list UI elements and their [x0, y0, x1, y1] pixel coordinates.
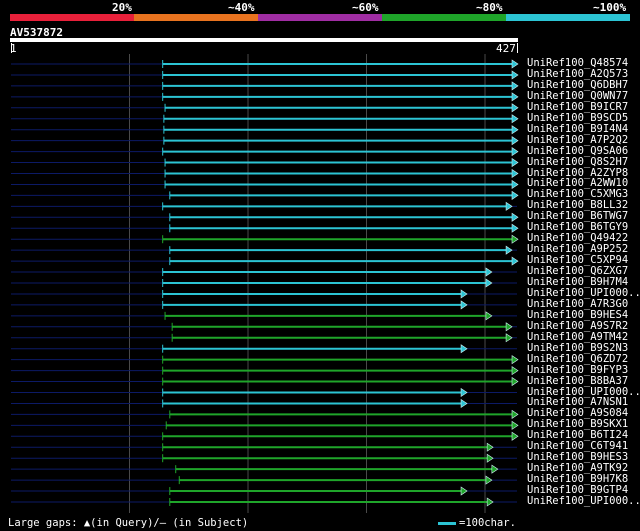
hit-row[interactable]	[11, 256, 519, 266]
hit-row[interactable]	[11, 103, 519, 113]
hit-row[interactable]	[11, 431, 519, 441]
hit-row[interactable]	[11, 223, 519, 233]
hit-row[interactable]	[11, 278, 517, 288]
hit-arrow-icon	[505, 245, 513, 255]
hit-arrow-icon	[486, 453, 494, 463]
hit-arrow-icon	[511, 136, 519, 146]
hit-arrow-icon	[486, 442, 494, 452]
hit-row[interactable]	[11, 442, 517, 452]
hit-arrow-icon	[511, 81, 519, 91]
hit-arrow-icon	[511, 92, 519, 102]
hit-row[interactable]	[11, 234, 519, 244]
hit-arrow-icon	[505, 201, 513, 211]
hit-row[interactable]	[11, 92, 519, 102]
hit-arrow-icon	[511, 355, 519, 365]
hit-row[interactable]	[11, 289, 517, 299]
hit-row[interactable]	[11, 147, 519, 157]
hit-row[interactable]	[11, 267, 517, 277]
hit-row[interactable]	[11, 409, 519, 419]
hit-row[interactable]	[11, 136, 519, 146]
hit-arrow-icon	[511, 168, 519, 179]
hit-row[interactable]	[11, 59, 519, 69]
hit-row[interactable]	[11, 70, 519, 80]
hit-row[interactable]	[11, 212, 519, 222]
hit-arrow-icon	[511, 212, 519, 222]
hit-row[interactable]	[11, 157, 519, 168]
hit-arrow-icon	[511, 147, 519, 157]
hit-arrow-icon	[460, 300, 468, 310]
hit-arrow-icon	[511, 431, 519, 441]
hit-label[interactable]: UniRef100_Q9SA06	[527, 145, 628, 157]
hit-label[interactable]: UniRef100_A7P2Q2	[527, 134, 628, 146]
hit-arrow-icon	[486, 497, 494, 507]
hit-row[interactable]	[11, 201, 517, 211]
hit-arrow-icon	[511, 179, 519, 190]
hit-row[interactable]	[11, 333, 517, 343]
hit-row[interactable]	[11, 497, 517, 507]
hit-arrow-icon	[511, 234, 519, 244]
hit-row[interactable]	[11, 300, 517, 310]
hit-row[interactable]	[11, 486, 517, 496]
hit-row[interactable]	[11, 464, 517, 474]
hit-row[interactable]	[11, 387, 517, 398]
hit-arrow-icon	[460, 398, 468, 409]
hit-row[interactable]	[11, 179, 519, 190]
gaps-legend: Large gaps: ▲(in Query)/– (in Subject)	[8, 517, 249, 529]
hit-arrow-icon	[511, 59, 519, 69]
hit-arrow-icon	[485, 267, 493, 277]
hit-arrow-icon	[511, 125, 519, 135]
hit-row[interactable]	[11, 190, 519, 200]
hit-row[interactable]	[11, 344, 517, 354]
hit-row[interactable]	[11, 366, 519, 376]
hit-row[interactable]	[11, 311, 517, 321]
hit-row[interactable]	[11, 168, 519, 179]
hit-label[interactable]: UniRef100_Q6ZD72	[527, 353, 628, 365]
hit-row[interactable]	[11, 376, 519, 387]
hit-row[interactable]	[11, 322, 517, 332]
hit-row[interactable]	[11, 81, 519, 91]
hit-label[interactable]: UniRef100_UPI000..	[527, 496, 640, 507]
scale-legend: =100char.	[438, 517, 516, 529]
hit-arrow-icon	[485, 475, 493, 485]
hit-row[interactable]	[11, 355, 519, 365]
scale-swatch	[438, 521, 456, 525]
hit-label[interactable]: UniRef100_Q8S2H7	[527, 156, 628, 168]
scale-legend-text: =100char.	[459, 517, 516, 529]
hit-arrow-icon	[505, 322, 513, 332]
hit-arrow-icon	[511, 70, 519, 80]
hit-arrow-icon	[511, 376, 519, 387]
hit-arrow-icon	[511, 157, 519, 168]
hit-arrow-icon	[511, 256, 519, 266]
hit-row[interactable]	[11, 475, 517, 485]
hit-arrow-icon	[511, 420, 519, 430]
hit-row[interactable]	[11, 245, 517, 255]
hit-arrow-icon	[511, 103, 519, 113]
hit-arrow-icon	[505, 333, 513, 343]
hit-arrow-icon	[460, 344, 468, 354]
hit-row[interactable]	[11, 398, 517, 409]
hit-arrow-icon	[485, 278, 493, 288]
hit-arrow-icon	[460, 387, 468, 398]
hit-arrow-icon	[491, 464, 499, 474]
hit-arrow-icon	[460, 289, 468, 299]
hit-label[interactable]: UniRef100_B8BA37	[527, 375, 628, 387]
hit-label[interactable]: UniRef100_B9FYP3	[527, 364, 628, 376]
hit-arrow-icon	[511, 366, 519, 376]
hit-row[interactable]	[11, 453, 517, 463]
hit-arrow-icon	[511, 409, 519, 419]
hit-arrow-icon	[511, 114, 519, 124]
hit-row[interactable]	[11, 114, 519, 124]
hit-arrow-icon	[485, 311, 493, 321]
hit-row[interactable]	[11, 420, 519, 430]
hit-arrow-icon	[511, 190, 519, 200]
hit-arrow-icon	[511, 223, 519, 233]
hit-arrow-icon	[460, 486, 468, 496]
hit-row[interactable]	[11, 125, 519, 135]
